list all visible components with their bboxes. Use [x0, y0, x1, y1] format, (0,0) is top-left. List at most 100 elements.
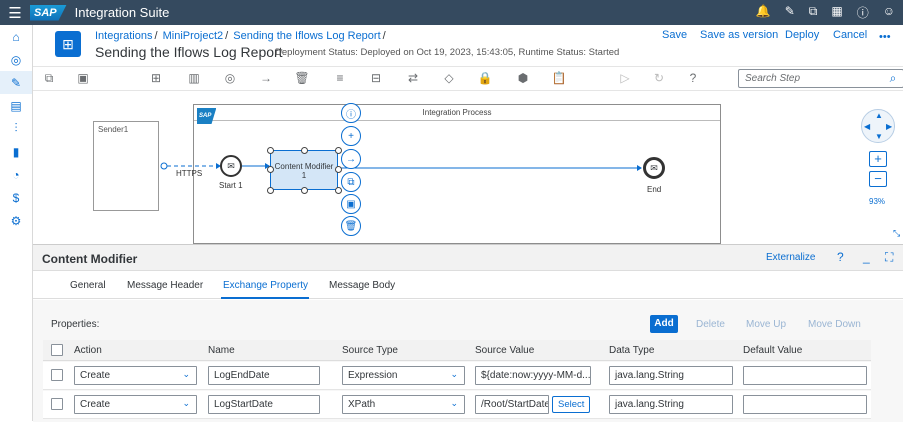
expand-corner-icon[interactable]: ⤡	[893, 228, 900, 239]
run-icon[interactable]: ▷	[617, 71, 633, 85]
row-checkbox[interactable]	[51, 398, 63, 410]
participant-icon[interactable]: ⊞	[148, 71, 164, 85]
resize-handle[interactable]	[301, 147, 308, 154]
cube-icon[interactable]: ⬢	[515, 71, 531, 85]
row-checkbox[interactable]	[51, 369, 63, 381]
arrow-right-icon[interactable]: →	[341, 149, 361, 169]
externalize-button[interactable]: Externalize	[766, 252, 815, 263]
connector-icon[interactable]: →	[258, 71, 274, 85]
iflow-canvas[interactable]: Sender1 SAP Integration Process HTTPS ✉ S…	[33, 92, 903, 244]
save-as-version-button[interactable]: Save as version	[700, 29, 778, 41]
move-up-button[interactable]: Move Up	[746, 319, 786, 330]
gateway-icon[interactable]: ◇	[441, 71, 457, 85]
chart-icon[interactable]: ▮	[0, 140, 32, 163]
breadcrumb-iflow[interactable]: Sending the Iflows Log Report	[233, 30, 380, 42]
name-input[interactable]: LogStartDate	[208, 395, 320, 414]
tab-exchange-property[interactable]: Exchange Property	[223, 280, 308, 291]
process-icon[interactable]: ▥	[186, 71, 202, 85]
help-icon[interactable]: ?	[837, 250, 844, 264]
user-icon[interactable]: ☺	[883, 4, 895, 21]
add-button[interactable]: Add	[650, 315, 678, 333]
apps-icon[interactable]: ▦	[831, 4, 842, 21]
feedback-icon[interactable]: ✎	[785, 4, 795, 21]
source-type-select[interactable]: Expression ⌄	[342, 366, 465, 385]
bell-icon[interactable]: 🔔	[756, 4, 771, 21]
dollar-icon[interactable]: $	[0, 186, 32, 209]
paste-icon[interactable]: ▣	[341, 194, 361, 214]
breadcrumb-integrations[interactable]: Integrations	[95, 30, 152, 42]
cancel-button[interactable]: Cancel	[833, 29, 867, 41]
source-type-select[interactable]: XPath ⌄	[342, 395, 465, 414]
name-input[interactable]: LogEndDate	[208, 366, 320, 385]
properties-label: Properties:	[51, 319, 100, 330]
search-icon[interactable]: ⌕	[885, 71, 901, 86]
discover-icon[interactable]: ◎	[0, 48, 32, 71]
resize-handle[interactable]	[301, 187, 308, 194]
content-modifier-step[interactable]: Content Modifier 1	[270, 150, 338, 190]
help-icon[interactable]: ⓘ	[857, 4, 869, 21]
monitor-icon[interactable]: ▤	[0, 94, 32, 117]
iflow-icon: ⊞	[55, 31, 81, 57]
zoom-out-button[interactable]: −	[869, 171, 887, 187]
event-icon[interactable]: ◎	[222, 71, 238, 85]
end-event[interactable]: ✉	[643, 157, 665, 179]
resize-handle[interactable]	[267, 166, 274, 173]
select-button[interactable]: Select	[552, 396, 591, 413]
resize-handle[interactable]	[267, 147, 274, 154]
add-icon[interactable]: +	[341, 126, 361, 146]
tab-general[interactable]: General	[70, 280, 106, 291]
gauge-icon[interactable]: ◔	[0, 163, 32, 186]
design-icon[interactable]: ✎	[0, 71, 32, 94]
https-label: HTTPS	[176, 169, 203, 178]
refresh-icon[interactable]: ↻	[651, 71, 667, 85]
more-button[interactable]: •••	[879, 31, 891, 43]
chevron-down-icon: ⌄	[182, 398, 190, 408]
list-icon[interactable]: ≡	[332, 71, 348, 85]
menu-icon[interactable]: ☰	[0, 4, 30, 22]
mapping-icon[interactable]: ⊟	[368, 71, 384, 85]
fullscreen-icon[interactable]: ⛶	[885, 250, 893, 265]
zoom-level: 93%	[869, 197, 886, 206]
delete-icon[interactable]: 🗑	[294, 71, 310, 85]
select-all-checkbox[interactable]	[51, 344, 63, 356]
resize-handle[interactable]	[335, 166, 342, 173]
zoom-in-button[interactable]: +	[869, 151, 887, 167]
copy-icon[interactable]: ⧉	[341, 172, 361, 192]
search-step-input[interactable]: Search Step	[738, 69, 903, 88]
action-select[interactable]: Create ⌄	[74, 366, 197, 385]
breadcrumb-project[interactable]: MiniProject2	[163, 30, 224, 42]
copy-step-icon[interactable]: ⧉	[41, 71, 57, 86]
sap-logo[interactable]: SAP	[30, 4, 67, 21]
lock-icon[interactable]: 🔒	[477, 71, 493, 85]
pan-control[interactable]: ▲ ▼ ◀ ▶	[861, 109, 895, 143]
minimize-icon[interactable]: _	[863, 250, 870, 264]
start-event[interactable]: ✉	[220, 155, 242, 177]
action-select[interactable]: Create ⌄	[74, 395, 197, 414]
trash-icon[interactable]: 🗑	[341, 216, 361, 236]
paste-icon[interactable]: ▣	[75, 71, 91, 85]
data-type-input[interactable]: java.lang.String	[609, 395, 733, 414]
settings-sliders-icon[interactable]: ⫶	[0, 117, 32, 140]
copy-icon[interactable]: ⧉	[809, 4, 818, 21]
flow-connectors	[160, 162, 642, 171]
source-value-input[interactable]: ${date:now:yyyy-MM-d...	[475, 366, 591, 385]
data-type-input[interactable]: java.lang.String	[609, 366, 733, 385]
tab-message-body[interactable]: Message Body	[329, 280, 395, 291]
tab-message-header[interactable]: Message Header	[127, 280, 203, 291]
default-value-input[interactable]	[743, 366, 867, 385]
deploy-button[interactable]: Deploy	[785, 29, 819, 41]
source-value-input[interactable]: /Root/StartDate	[475, 395, 549, 414]
default-value-input[interactable]	[743, 395, 867, 414]
home-icon[interactable]: ⌂	[0, 25, 32, 48]
gear-icon[interactable]: ⚙	[0, 209, 32, 232]
clipboard-icon[interactable]: 📋	[551, 71, 567, 85]
delete-button[interactable]: Delete	[696, 319, 725, 330]
resize-handle[interactable]	[335, 147, 342, 154]
save-button[interactable]: Save	[662, 29, 687, 41]
resize-handle[interactable]	[335, 187, 342, 194]
resize-handle[interactable]	[267, 187, 274, 194]
move-down-button[interactable]: Move Down	[808, 319, 861, 330]
routing-icon[interactable]: ⇄	[405, 71, 421, 85]
info-icon[interactable]: ⓘ	[341, 103, 361, 123]
help-circle-icon[interactable]: ?	[685, 71, 701, 85]
